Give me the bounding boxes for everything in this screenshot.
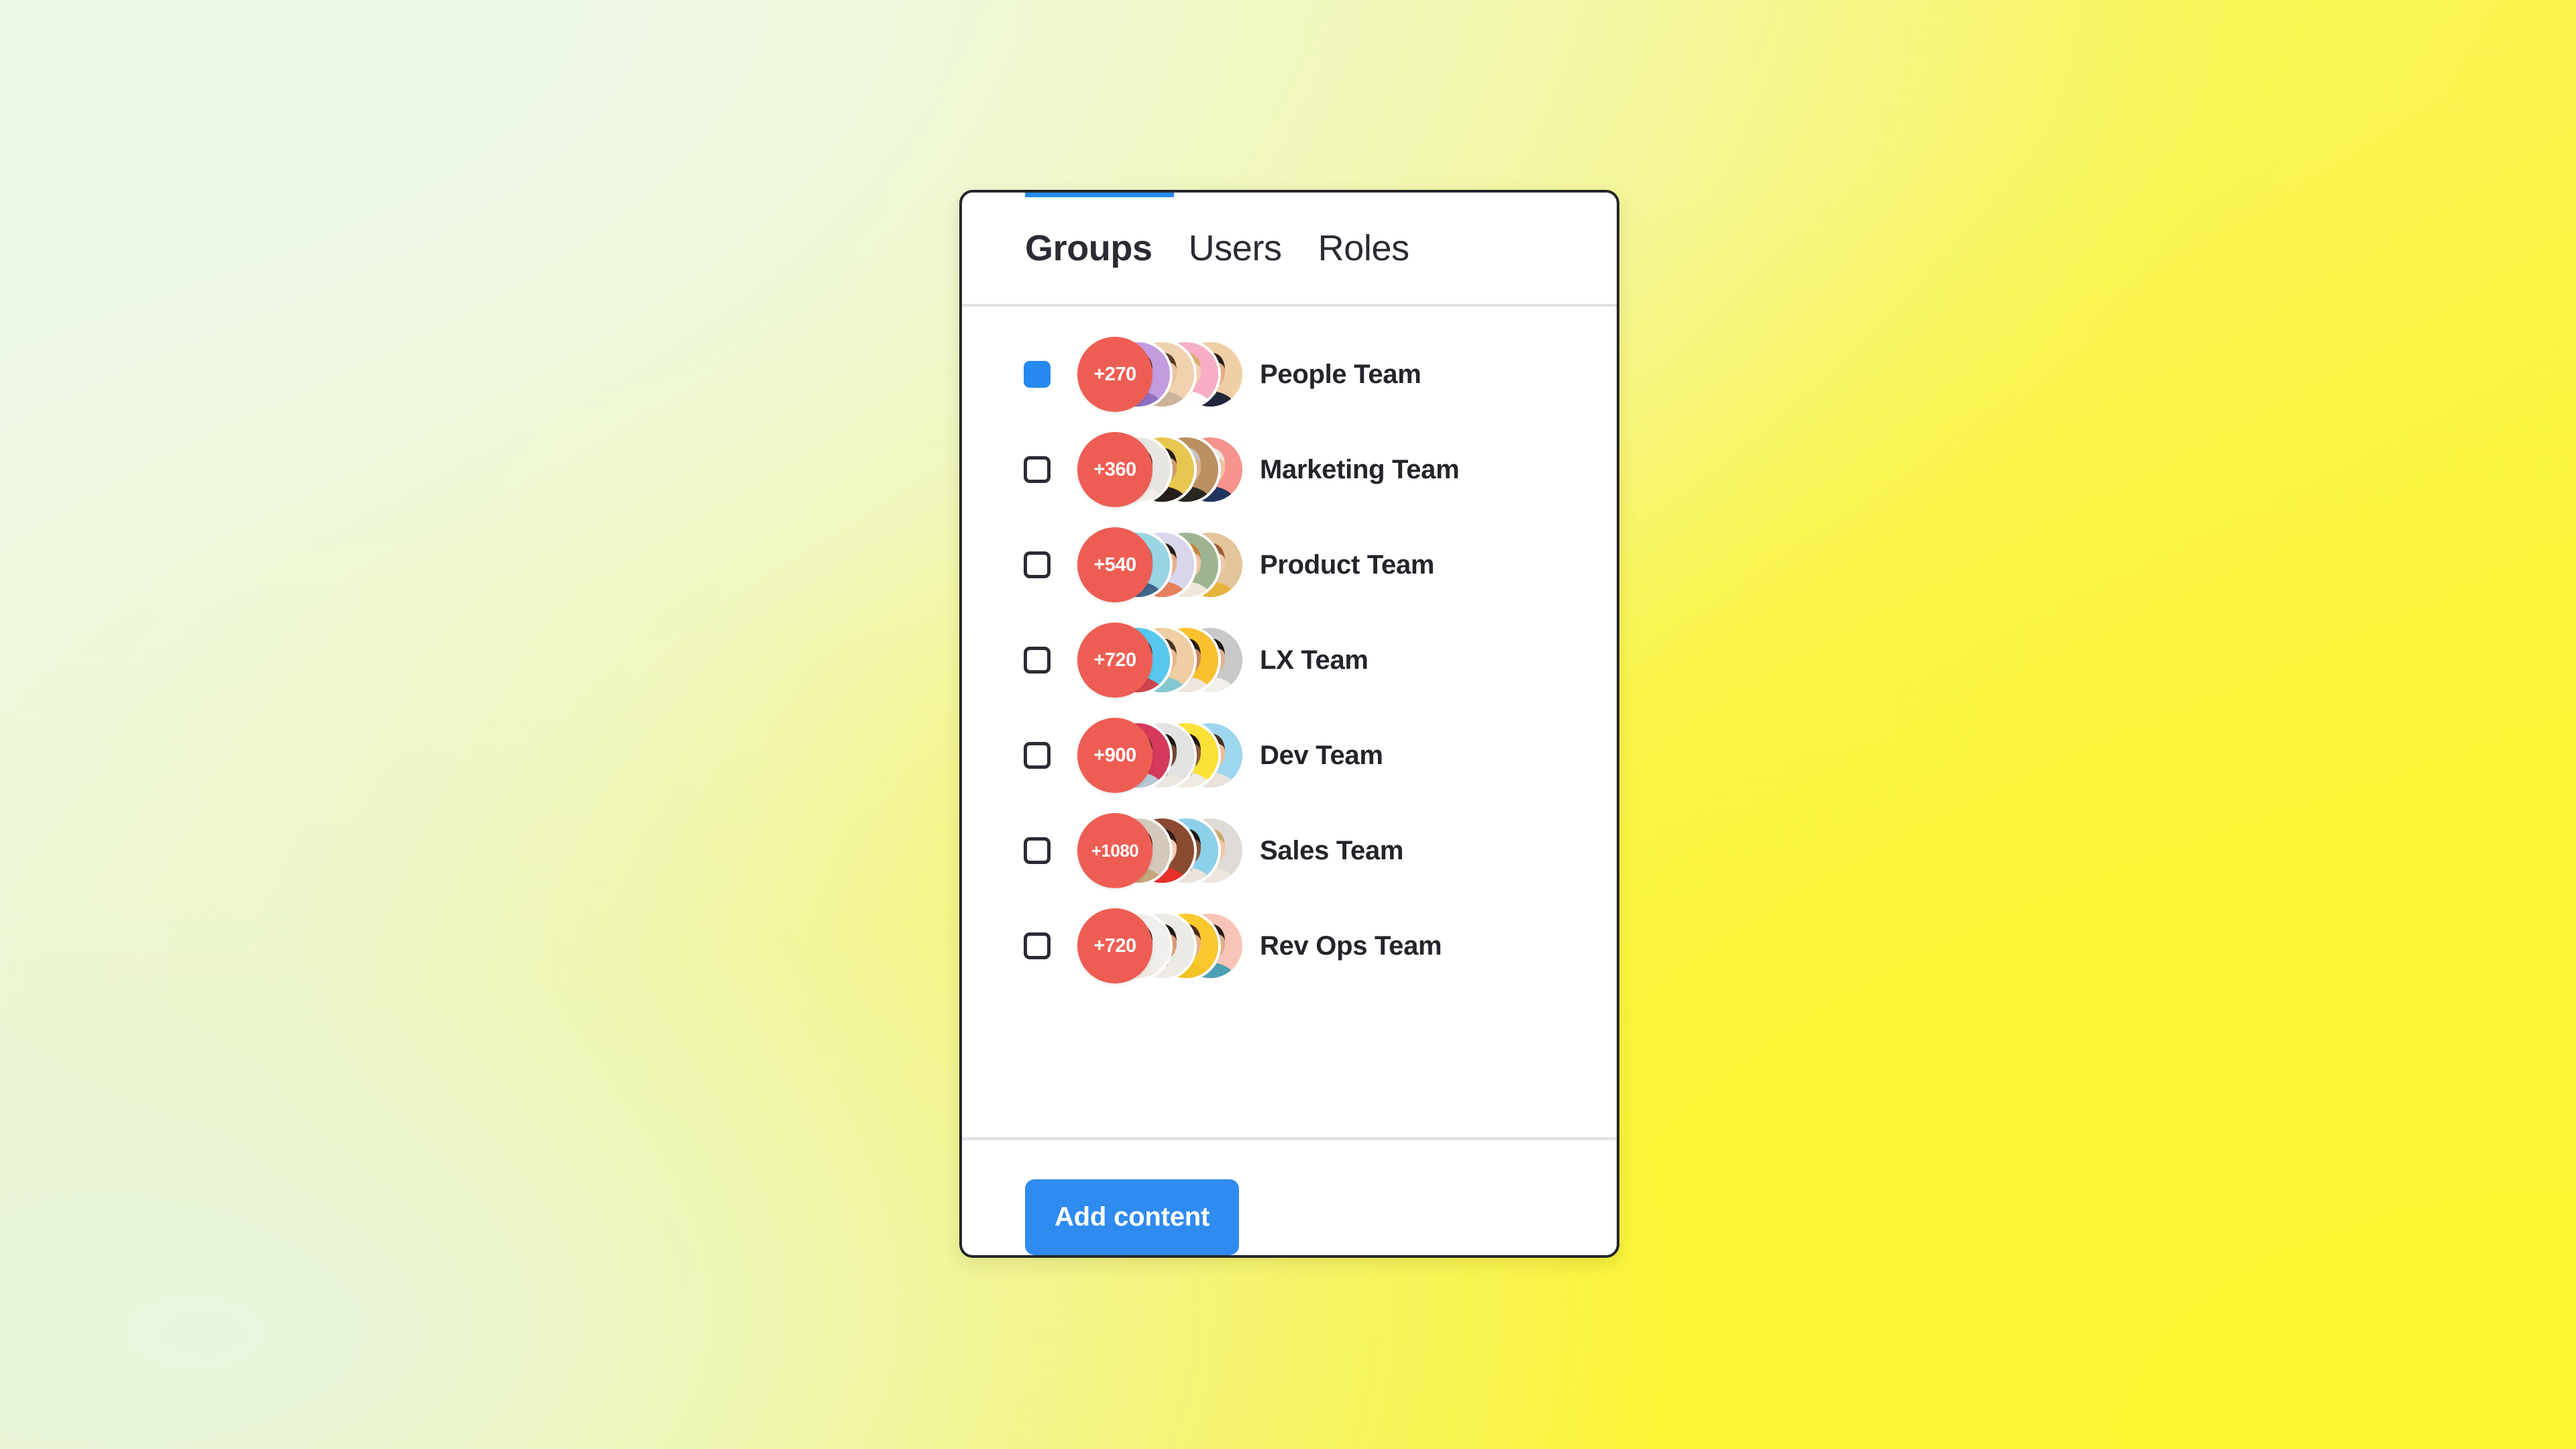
group-checkbox[interactable] xyxy=(1024,551,1051,578)
panel-footer: Add content xyxy=(962,1140,1617,1255)
group-name-label: Product Team xyxy=(1260,549,1435,580)
tab-list: Groups Users Roles xyxy=(962,230,1617,304)
group-checkbox[interactable] xyxy=(1024,932,1051,959)
group-name-label: Dev Team xyxy=(1260,740,1383,770)
group-row[interactable]: +720 Rev Ops Team xyxy=(962,898,1617,994)
group-checkbox[interactable] xyxy=(1024,742,1051,769)
group-name-label: Rev Ops Team xyxy=(1260,930,1442,961)
group-checkbox[interactable] xyxy=(1024,456,1051,483)
avatar-stack: +540 xyxy=(1077,527,1245,602)
group-row[interactable]: +900 Dev Team xyxy=(962,708,1617,803)
tab-roles[interactable]: Roles xyxy=(1318,230,1409,304)
avatar-overflow-count: +360 xyxy=(1077,432,1152,507)
tab-bar: Groups Users Roles xyxy=(962,193,1617,307)
group-checkbox[interactable] xyxy=(1024,837,1051,864)
avatar-stack: +360 xyxy=(1077,432,1245,507)
groups-panel-card: Groups Users Roles +270 People Team +360 Ma… xyxy=(959,190,1619,1258)
avatar-stack: +720 xyxy=(1077,908,1245,983)
avatar-stack: +270 xyxy=(1077,337,1245,412)
avatar-overflow-count: +720 xyxy=(1077,908,1152,983)
avatar-overflow-count: +720 xyxy=(1077,623,1152,698)
tab-divider xyxy=(962,304,1617,307)
tab-groups[interactable]: Groups xyxy=(1025,230,1152,304)
group-row[interactable]: +270 People Team xyxy=(962,327,1617,422)
group-name-label: Marketing Team xyxy=(1260,454,1460,484)
add-content-button[interactable]: Add content xyxy=(1025,1179,1240,1255)
group-name-label: LX Team xyxy=(1260,645,1368,675)
group-checkbox[interactable] xyxy=(1024,647,1051,674)
group-row[interactable]: +1080 Sales Team xyxy=(962,803,1617,898)
groups-list: +270 People Team +360 Marketing Team +540 Pro… xyxy=(962,307,1617,1137)
tab-active-indicator xyxy=(1025,193,1174,197)
avatar-stack: +720 xyxy=(1077,623,1245,698)
group-name-label: People Team xyxy=(1260,359,1421,389)
avatar-overflow-count: +270 xyxy=(1077,337,1152,412)
group-row[interactable]: +360 Marketing Team xyxy=(962,422,1617,517)
avatar-overflow-count: +1080 xyxy=(1077,813,1152,888)
avatar-overflow-count: +540 xyxy=(1077,527,1152,602)
avatar-stack: +900 xyxy=(1077,718,1245,793)
avatar-overflow-count: +900 xyxy=(1077,718,1152,793)
group-name-label: Sales Team xyxy=(1260,835,1404,865)
avatar-stack: +1080 xyxy=(1077,813,1245,888)
tab-users[interactable]: Users xyxy=(1189,230,1282,304)
group-checkbox[interactable] xyxy=(1024,361,1051,388)
group-row[interactable]: +720 LX Team xyxy=(962,612,1617,708)
group-row[interactable]: +540 Product Team xyxy=(962,517,1617,612)
